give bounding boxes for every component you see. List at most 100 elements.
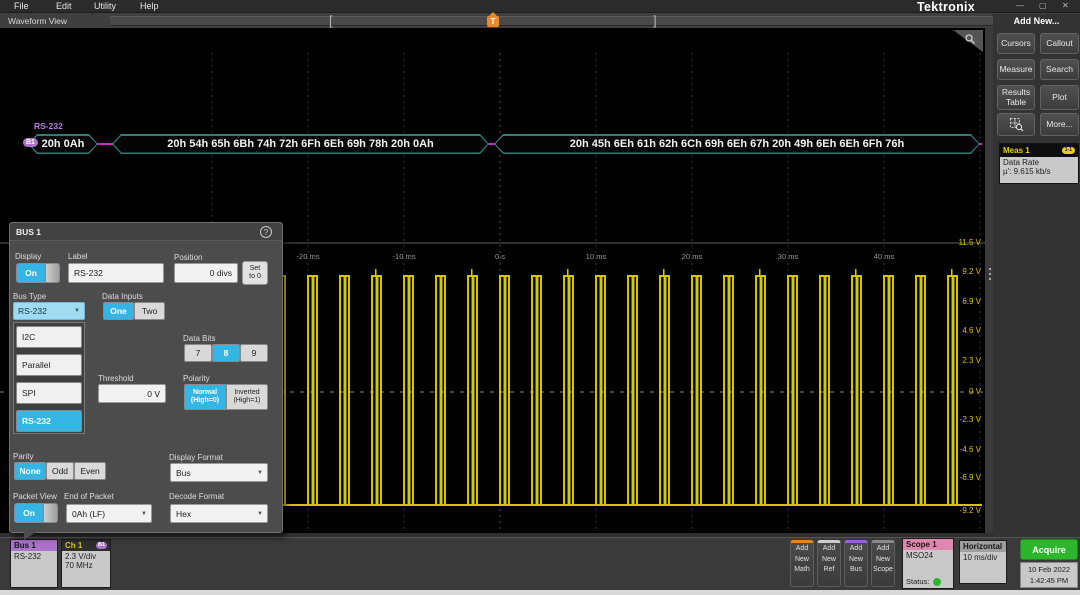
add-new-math-button[interactable]: AddNewMath <box>790 540 814 587</box>
add-new-button-line: Add <box>818 544 840 555</box>
bus-type-option-i2c[interactable]: I2C <box>16 326 82 348</box>
bus-source-badge[interactable]: B1 <box>23 138 38 147</box>
tektronix-logo: Tektronix <box>917 0 975 14</box>
sidebar-button-search[interactable]: Search <box>1040 59 1079 80</box>
ch1-scale: 2.3 V/div <box>65 552 107 561</box>
menu-item-help[interactable]: Help <box>140 1 159 11</box>
packet-view-on-state: On <box>14 503 44 523</box>
time-tick-label: -20 ms <box>288 252 328 261</box>
decode-format-value: Hex <box>176 509 191 519</box>
set-line2: to 0 <box>249 273 261 281</box>
meas1-panel[interactable]: Meas 1 1-1 Data Rate µ': 9.615 kb/s <box>999 143 1079 184</box>
decode-format-label: Decode Format <box>169 492 224 501</box>
parity-none[interactable]: None <box>14 462 46 480</box>
polarity-normal-button[interactable]: Normal (High=0) <box>184 384 226 410</box>
meas1-value: µ': 9.615 kb/s <box>1003 167 1075 176</box>
help-icon[interactable]: ? <box>260 226 272 238</box>
dialog-header[interactable] <box>10 223 282 241</box>
bus-type-dropdown[interactable]: RS-232 ▼ <box>13 302 85 320</box>
packet-view-toggle-knob <box>44 503 58 523</box>
ch1-bandwidth: 70 MHz <box>65 561 107 570</box>
add-new-bus-button[interactable]: AddNewBus <box>844 540 868 587</box>
oscilloscope-app-window: File Edit Utility Help Tektronix — ▢ ✕ Wavefo… <box>0 0 1080 595</box>
position-input[interactable]: 0 divs <box>174 263 238 283</box>
parity-odd[interactable]: Odd <box>46 462 74 480</box>
time-tick-label: 0 s <box>480 252 520 261</box>
data-inputs-one[interactable]: One <box>103 302 134 320</box>
dialog-pointer-tail <box>24 532 36 540</box>
polarity-inverted-line2: (High=1) <box>233 397 260 405</box>
set-line1: Set <box>250 265 261 273</box>
time-tick-label: -10 ms <box>384 252 424 261</box>
scope1-badge[interactable]: Scope 1 MSO24 Status: <box>902 538 954 589</box>
close-icon[interactable]: ✕ <box>1062 1 1069 10</box>
parity-label: Parity <box>13 452 33 461</box>
bus-type-value: RS-232 <box>18 306 47 316</box>
label-input[interactable]: RS-232 <box>68 263 164 283</box>
sidebar-button-plot[interactable]: Plot <box>1040 85 1079 110</box>
parity-even[interactable]: Even <box>74 462 106 480</box>
bus-packet[interactable]: 20h 54h 65h 6Bh 74h 72h 6Fh 6Eh 69h 78h … <box>112 134 489 154</box>
sidebar-button-callout[interactable]: Callout <box>1040 33 1079 54</box>
pan-zoom-band[interactable] <box>110 16 1003 26</box>
menu-items: File Edit Utility Help <box>0 1 400 13</box>
horizontal-badge[interactable]: Horizontal 10 ms/div <box>959 540 1007 584</box>
bus1-badge[interactable]: Bus 1 RS-232 <box>10 539 58 588</box>
ch1-badge-body: 2.3 V/div 70 MHz <box>62 551 110 587</box>
data-inputs-two[interactable]: Two <box>134 302 165 320</box>
add-new-scope-button[interactable]: AddNewScope <box>871 540 895 587</box>
decode-format-dropdown[interactable]: Hex ▼ <box>170 504 268 523</box>
bus-packet[interactable]: 20h 0Ah <box>28 134 98 154</box>
add-new-button-line: Add <box>872 544 894 555</box>
date-text: 10 Feb 2022 <box>1021 564 1077 575</box>
acquire-button[interactable]: Acquire <box>1020 539 1078 560</box>
panel-drag-handle[interactable] <box>989 268 991 270</box>
sidebar-button-cursors[interactable]: Cursors <box>997 33 1035 54</box>
data-bits-label: Data Bits <box>183 334 215 343</box>
voltage-tick-label: 0 V <box>941 387 981 396</box>
set-to-zero-button[interactable]: Set to 0 <box>242 261 268 285</box>
data-bits-8[interactable]: 8 <box>212 344 240 362</box>
waveform-view-tab[interactable]: Waveform View <box>8 16 67 26</box>
sidebar-button-results-table[interactable]: Results Table <box>997 85 1035 110</box>
chevron-down-icon: ▼ <box>257 470 267 476</box>
ch1-badge[interactable]: Ch 1 B1 2.3 V/div 70 MHz <box>61 539 111 588</box>
add-new-button-line: New <box>845 555 867 566</box>
meas1-title: Meas 1 <box>1003 146 1030 155</box>
menu-item-edit[interactable]: Edit <box>56 1 72 11</box>
time-tick-label: 30 ms <box>768 252 808 261</box>
end-of-packet-value: 0Ah (LF) <box>72 509 105 519</box>
bus-type-option-spi[interactable]: SPI <box>16 382 82 404</box>
polarity-inverted-button[interactable]: Inverted (High=1) <box>226 384 268 410</box>
add-new-button-line: Ref <box>818 565 840 576</box>
scope1-status-label: Status: <box>906 577 929 586</box>
voltage-tick-label: 4.6 V <box>941 326 981 335</box>
bus1-config-dialog: BUS 1 ? Display On Label RS-232 Position… <box>9 222 283 533</box>
display-toggle[interactable]: On <box>16 263 60 283</box>
sidebar-button-measure[interactable]: Measure <box>997 59 1035 80</box>
sidebar-button-more[interactable]: More... <box>1040 113 1079 136</box>
time-tick-label: 40 ms <box>864 252 904 261</box>
minimize-icon[interactable]: — <box>1016 1 1024 10</box>
voltage-tick-label: -9.2 V <box>941 506 981 515</box>
polarity-label: Polarity <box>183 374 210 383</box>
trigger-position-marker[interactable]: T <box>487 16 499 27</box>
menu-item-file[interactable]: File <box>14 1 29 11</box>
bus-type-option-rs-232[interactable]: RS-232 <box>16 410 82 432</box>
table-search-button[interactable] <box>997 113 1035 136</box>
bus-packet[interactable]: 20h 45h 6Eh 61h 62h 6Ch 69h 6Eh 67h 20h … <box>494 134 980 154</box>
menu-item-utility[interactable]: Utility <box>94 1 116 11</box>
packet-view-toggle[interactable]: On <box>14 503 58 523</box>
zoom-bracket-right[interactable]: ] <box>653 13 657 28</box>
display-format-dropdown[interactable]: Bus ▼ <box>170 463 268 482</box>
maximize-icon[interactable]: ▢ <box>1039 1 1047 10</box>
zoom-bracket-left[interactable]: [ <box>329 13 333 28</box>
threshold-input[interactable]: 0 V <box>98 384 166 403</box>
add-new-ref-button[interactable]: AddNewRef <box>817 540 841 587</box>
end-of-packet-dropdown[interactable]: 0Ah (LF) ▼ <box>66 504 152 523</box>
bus-type-option-parallel[interactable]: Parallel <box>16 354 82 376</box>
data-bits-9[interactable]: 9 <box>240 344 268 362</box>
chevron-down-icon: ▼ <box>74 308 84 314</box>
data-bits-7[interactable]: 7 <box>184 344 212 362</box>
packet-view-label: Packet View <box>13 492 57 501</box>
